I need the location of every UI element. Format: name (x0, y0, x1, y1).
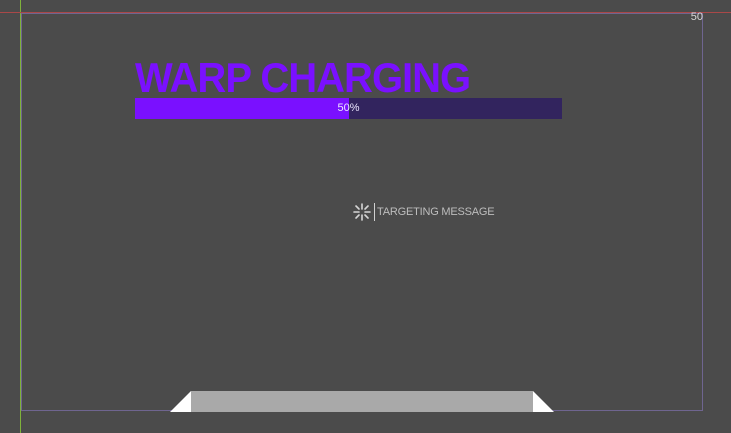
bottom-panel-left-wing (170, 391, 191, 412)
bottom-panel (170, 391, 554, 412)
corner-value: 50 (690, 11, 703, 23)
targeting-indicator: TARGETING MESSAGE (352, 202, 495, 222)
warp-progress-bar: 50% (135, 98, 562, 119)
crosshair-icon (353, 203, 371, 221)
bottom-panel-right-wing (533, 391, 554, 412)
targeting-message: TARGETING MESSAGE (377, 206, 495, 218)
hud-canvas: 50 WARP CHARGING 50% TARGETING MESSAGE (0, 0, 731, 433)
warp-title: WARP CHARGING (135, 55, 471, 102)
bottom-panel-body (191, 391, 533, 412)
warp-progress-text: 50% (337, 102, 360, 114)
targeting-divider (374, 203, 375, 221)
